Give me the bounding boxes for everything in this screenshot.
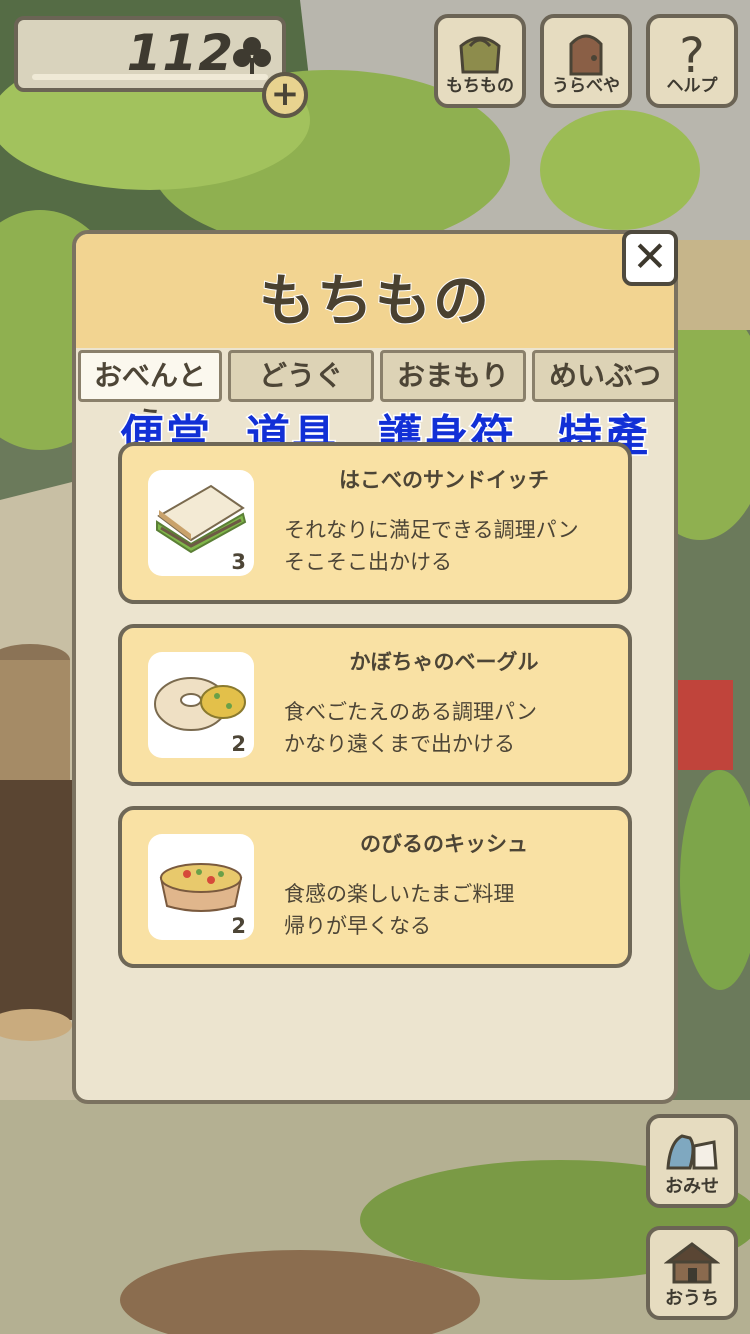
clover-counter: 112	[14, 16, 286, 92]
door-icon	[569, 34, 603, 76]
item-effect: 帰りが早くなる	[284, 914, 431, 938]
bag-icon	[459, 36, 501, 74]
shop-button-label: おみせ	[665, 1176, 719, 1197]
item-thumbnail: 3	[148, 470, 254, 576]
item-effect: そこそこ出かける	[284, 550, 452, 574]
close-button[interactable]: ✕	[622, 230, 678, 286]
item-effect: かなり遠くまで出かける	[284, 732, 515, 756]
item-description: 食感の楽しいたまご料理	[284, 882, 515, 906]
item-quantity: 2	[231, 914, 246, 938]
item-card-bagel[interactable]: 2 かぼちゃのベーグル 食べごたえのある調理パン かなり遠くまで出かける	[118, 624, 632, 786]
category-tabs: おべんとう どうぐ おまもり めいぶつ	[76, 348, 674, 438]
bagel-icon	[154, 677, 246, 731]
item-card-sandwich[interactable]: 3 はこべのサンドイッチ それなりに満足できる調理パン そこそこ出かける	[118, 442, 632, 604]
quiche-icon	[159, 863, 243, 912]
inventory-button-label: もちもの	[446, 76, 514, 96]
backroom-button[interactable]: うらべや	[540, 14, 632, 108]
home-button[interactable]: おうち	[646, 1226, 738, 1320]
tab-charms[interactable]: おまもり	[380, 350, 526, 402]
tab-souvenirs[interactable]: めいぶつ	[532, 350, 674, 402]
dialog-header: もちもの	[76, 234, 674, 348]
backroom-button-label: うらべや	[552, 76, 620, 96]
add-clover-button[interactable]: +	[262, 72, 308, 118]
inventory-dialog: もちもの おべんとう どうぐ おまもり めいぶつ 便當 道具 護身符 特產 3 …	[72, 230, 678, 1104]
help-button-label: ヘルプ	[666, 76, 718, 96]
sandwich-icon	[156, 484, 247, 554]
item-description: 食べごたえのある調理パン	[284, 700, 538, 724]
item-name: かぼちゃのベーグル	[349, 650, 539, 674]
clover-bar	[32, 74, 268, 80]
inventory-button[interactable]: もちもの	[434, 14, 526, 108]
item-quantity: 3	[231, 550, 246, 574]
shop-icon	[666, 1134, 718, 1170]
item-name: はこべのサンドイッチ	[339, 468, 549, 492]
home-button-label: おうち	[665, 1288, 719, 1309]
item-quantity: 2	[231, 732, 246, 756]
item-card-quiche[interactable]: 2 のびるのキッシュ 食感の楽しいたまご料理 帰りが早くなる	[118, 806, 632, 968]
dialog-title: もちもの	[258, 268, 491, 335]
item-thumbnail: 2	[148, 834, 254, 940]
tab-tools[interactable]: どうぐ	[228, 350, 374, 402]
item-description: それなりに満足できる調理パン	[284, 518, 579, 542]
tab-bento[interactable]: おべんとう	[78, 350, 222, 438]
house-icon	[664, 1242, 720, 1284]
item-name: のびるのキッシュ	[360, 832, 528, 856]
help-button[interactable]: ? ヘルプ	[646, 14, 738, 108]
shop-button[interactable]: おみせ	[646, 1114, 738, 1208]
item-thumbnail: 2	[148, 652, 254, 758]
